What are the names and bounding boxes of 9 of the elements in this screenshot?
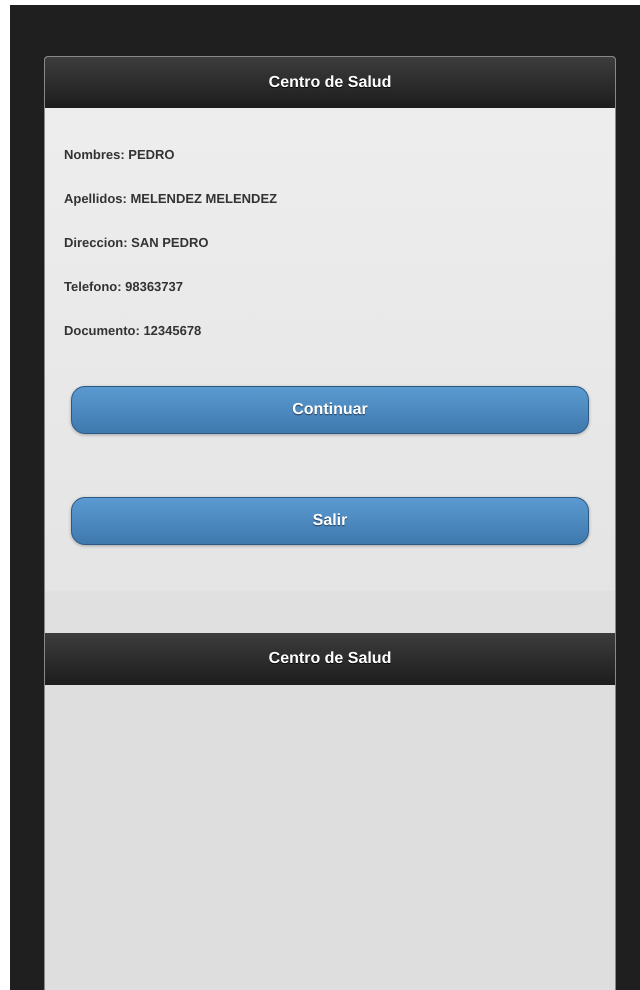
- patient-field: Apellidos: MELENDEZ MELENDEZ: [64, 189, 589, 233]
- patient-field: Telefono: 98363737: [64, 277, 589, 321]
- page-title: Centro de Salud: [268, 74, 392, 92]
- patient-field: Direccion: SAN PEDRO: [64, 233, 589, 277]
- action-button[interactable]: Continuar: [71, 386, 589, 434]
- page-title: Centro de Salud: [268, 650, 392, 668]
- patient-field: Documento: 12345678: [64, 321, 589, 365]
- action-button[interactable]: Salir: [71, 497, 589, 545]
- patient-field: Nombres: PEDRO: [64, 145, 589, 189]
